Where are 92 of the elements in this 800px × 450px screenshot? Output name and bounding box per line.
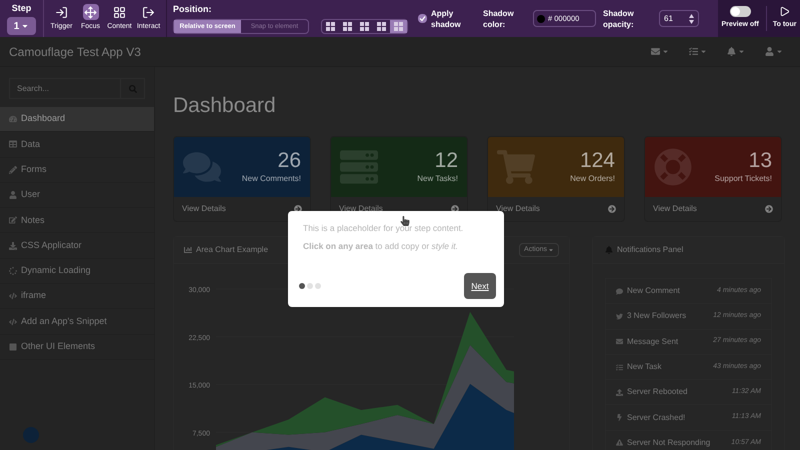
notification-text: New Task xyxy=(627,361,662,374)
caret-icon xyxy=(776,48,783,55)
sidebar-item[interactable]: Forms xyxy=(0,158,154,183)
code-icon xyxy=(9,292,17,300)
caret-icon xyxy=(21,22,30,30)
shadow-opacity-label: Shadow opacity: xyxy=(603,8,635,30)
popup-text: Click on any area to add copy or style it. xyxy=(303,240,459,252)
bird-icon xyxy=(616,312,623,320)
spinner-arrows-icon xyxy=(689,14,694,24)
stat-value: 12 xyxy=(434,149,458,173)
caret-icon xyxy=(700,48,707,55)
bar-chart-icon xyxy=(184,246,192,254)
life-ring-icon xyxy=(654,148,692,186)
alerts-menu[interactable] xyxy=(727,47,745,56)
user-icon xyxy=(765,47,774,56)
stat-value: 124 xyxy=(580,149,615,173)
caret-icon xyxy=(662,48,669,55)
notification-text: Message Sent xyxy=(627,336,678,348)
shadow-color-label: Shadow color: xyxy=(483,8,515,30)
move-icon xyxy=(84,6,97,19)
next-button[interactable]: Next xyxy=(464,273,496,299)
download-icon xyxy=(9,242,17,250)
grid-icon xyxy=(394,22,403,32)
sidebar-item[interactable]: Add an App's Snippet xyxy=(0,309,154,335)
stat-label: New Comments! xyxy=(242,173,301,185)
sidebar-item[interactable]: iframe xyxy=(0,284,154,310)
enter-icon xyxy=(55,6,68,19)
grid-icon xyxy=(377,22,386,32)
list-icon xyxy=(689,47,698,56)
envelope-icon xyxy=(616,338,623,346)
arrow-right-icon xyxy=(765,205,773,213)
notification-text: Server Rebooted xyxy=(627,386,688,398)
opacity-field[interactable]: 61 xyxy=(659,10,699,27)
check-icon xyxy=(419,15,426,22)
stat-value: 13 xyxy=(748,149,772,173)
comment-icon xyxy=(616,288,623,295)
search-field[interactable]: Search... xyxy=(9,78,145,99)
stat-label: New Orders! xyxy=(570,173,615,185)
envelope-menu[interactable] xyxy=(651,47,669,56)
bolt-icon xyxy=(616,414,623,422)
bell-icon xyxy=(727,47,736,56)
caret-icon xyxy=(548,247,554,253)
user-icon xyxy=(9,191,17,200)
anchor-picker[interactable] xyxy=(321,19,408,34)
cart-icon xyxy=(497,148,535,186)
sidebar-item[interactable]: Other UI Elements xyxy=(0,334,154,360)
user-menu[interactable] xyxy=(765,47,783,56)
popup-text: This is a placeholder for your step content. xyxy=(303,222,464,235)
sidebar-item[interactable]: Dashboard xyxy=(0,107,154,132)
caret-icon xyxy=(738,48,745,55)
stat-value: 26 xyxy=(278,149,301,173)
page-title: Dashboard xyxy=(173,95,277,116)
envelope-icon xyxy=(651,47,660,56)
arrow-right-icon xyxy=(608,205,616,213)
sidebar-item[interactable]: Notes xyxy=(0,208,154,234)
gauge-icon xyxy=(9,115,17,124)
notification-text: Server Crashed! xyxy=(627,412,686,424)
grid-icon xyxy=(326,22,335,32)
spinner-icon xyxy=(9,266,17,275)
step-dropdown[interactable]: 1 xyxy=(6,17,36,36)
checkbox[interactable] xyxy=(418,14,427,23)
panel-title: Area Chart Example xyxy=(196,244,268,256)
play-icon xyxy=(779,6,790,18)
grid-icon xyxy=(343,22,352,32)
grid-icon xyxy=(360,22,369,32)
notification-text: Server Not Responding xyxy=(627,436,710,449)
notification-text: 3 New Followers xyxy=(627,310,686,322)
upload-icon xyxy=(616,388,623,396)
position-label: Position: xyxy=(173,2,212,16)
app-title: Camouflage Test App V3 xyxy=(9,44,141,60)
pencil-icon xyxy=(9,166,17,174)
warning-icon xyxy=(616,439,623,446)
sidebar-item[interactable]: CSS Applicator xyxy=(0,233,154,259)
stat-label: Support Tickets! xyxy=(714,173,772,185)
list-icon xyxy=(616,364,623,371)
step-label: Step xyxy=(12,2,32,15)
search-input[interactable]: Search... xyxy=(10,82,120,94)
pointer-icon xyxy=(400,216,410,226)
sidebar-item[interactable]: Dynamic Loading xyxy=(0,258,154,284)
apply-shadow-label: Apply shadow xyxy=(431,8,462,30)
sidebar-item[interactable]: Data xyxy=(0,132,154,158)
panel-title: Notifications Panel xyxy=(617,244,684,256)
tasks-menu[interactable] xyxy=(689,47,707,56)
edit-icon xyxy=(9,216,17,224)
anchor-button[interactable] xyxy=(390,20,407,34)
notification-text: New Comment xyxy=(627,285,680,298)
stat-label: New Tasks! xyxy=(417,173,458,185)
table-icon xyxy=(9,140,17,148)
sidebar-item[interactable]: User xyxy=(0,182,154,208)
exit-icon xyxy=(142,6,155,19)
grid-icon xyxy=(113,6,126,19)
code-icon xyxy=(9,318,17,326)
